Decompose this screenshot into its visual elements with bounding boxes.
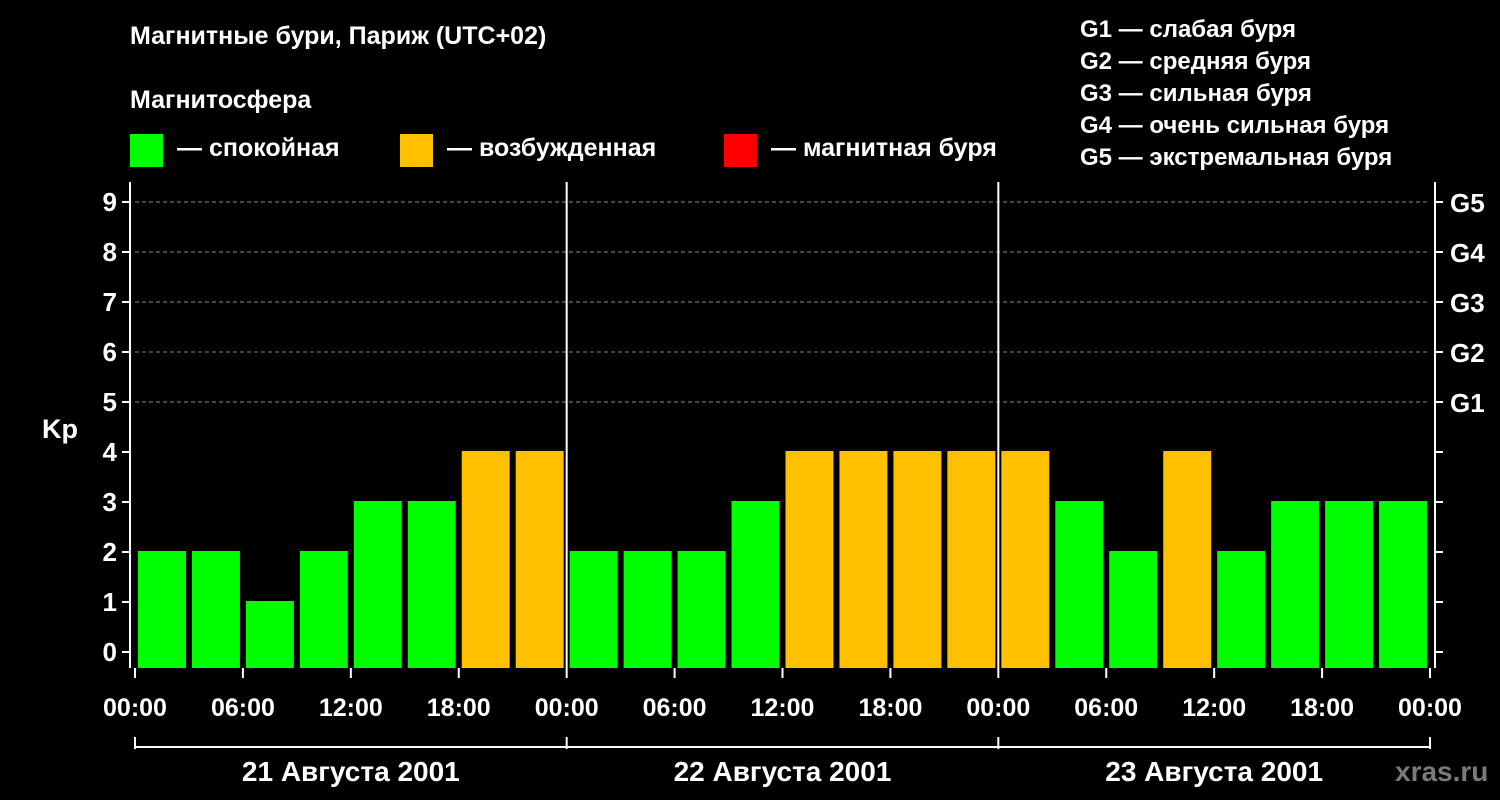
day-label-1: 22 Августа 2001 — [674, 756, 892, 787]
x-tick-label-7: 18:00 — [858, 694, 922, 722]
kp-bar-16 — [1001, 451, 1050, 668]
kp-bar-chart: 0 1 2 3 4 5 6 7 8 9 G1 G2 G3 G4 G5 Kp 00:00 06:00 12:00 18:… — [42, 182, 1485, 787]
watermark: xras.ru — [1395, 756, 1489, 787]
day-label-0: 21 Августа 2001 — [242, 756, 460, 787]
kp-bar-20 — [1217, 551, 1266, 668]
kp-bar-15 — [947, 451, 996, 668]
y-tick-label-4: 4 — [103, 437, 118, 467]
kp-bar-4 — [353, 501, 402, 668]
x-tick-label-1: 06:00 — [211, 694, 275, 722]
x-tick-label-6: 12:00 — [751, 694, 815, 722]
right-tick-label-g4: G4 — [1450, 238, 1485, 268]
kp-bar-3 — [299, 551, 348, 668]
kp-bar-21 — [1271, 501, 1320, 668]
y-tick-label-1: 1 — [103, 587, 117, 617]
right-tick-label-g5: G5 — [1450, 188, 1485, 218]
y-tick-label-7: 7 — [103, 287, 117, 317]
kp-bar-14 — [893, 451, 942, 668]
x-tick-label-12: 00:00 — [1398, 694, 1462, 722]
x-tick-label-9: 06:00 — [1074, 694, 1138, 722]
y-tick-label-6: 6 — [103, 337, 117, 367]
y-tick-label-8: 8 — [103, 237, 117, 267]
kp-bar-23 — [1379, 501, 1427, 668]
kp-bar-17 — [1055, 501, 1104, 668]
x-tick-label-2: 12:00 — [319, 694, 383, 722]
kp-bar-6 — [461, 451, 510, 668]
x-tick-label-0: 00:00 — [103, 694, 167, 722]
kp-bar-12 — [785, 451, 834, 668]
kp-bar-0 — [138, 551, 186, 668]
y-tick-label-0: 0 — [103, 637, 117, 667]
y-tick-label-3: 3 — [103, 487, 117, 517]
x-tick-label-8: 00:00 — [966, 694, 1030, 722]
y-tick-label-5: 5 — [103, 387, 117, 417]
x-tick-label-4: 00:00 — [535, 694, 599, 722]
x-tick-label-3: 18:00 — [427, 694, 491, 722]
kp-bar-5 — [407, 501, 456, 668]
right-tick-label-g3: G3 — [1450, 288, 1485, 318]
kp-bar-10 — [677, 551, 726, 668]
y-axis-label: Kp — [42, 414, 78, 444]
x-tick-label-10: 12:00 — [1182, 694, 1246, 722]
kp-bar-19 — [1163, 451, 1212, 668]
kp-bar-13 — [839, 451, 888, 668]
day-label-2: 23 Августа 2001 — [1105, 756, 1323, 787]
kp-bar-9 — [623, 551, 672, 668]
kp-bar-22 — [1325, 501, 1374, 668]
kp-bar-11 — [731, 501, 780, 668]
right-tick-label-g2: G2 — [1450, 338, 1485, 368]
kp-bar-8 — [569, 551, 618, 668]
x-tick-label-5: 06:00 — [643, 694, 707, 722]
right-tick-label-g1: G1 — [1450, 388, 1485, 418]
kp-bar-1 — [191, 551, 240, 668]
x-tick-label-11: 18:00 — [1290, 694, 1354, 722]
y-tick-label-9: 9 — [103, 187, 117, 217]
kp-bar-7 — [515, 451, 564, 668]
kp-bar-2 — [245, 601, 294, 668]
kp-bar-18 — [1109, 551, 1158, 668]
y-tick-label-2: 2 — [103, 537, 117, 567]
